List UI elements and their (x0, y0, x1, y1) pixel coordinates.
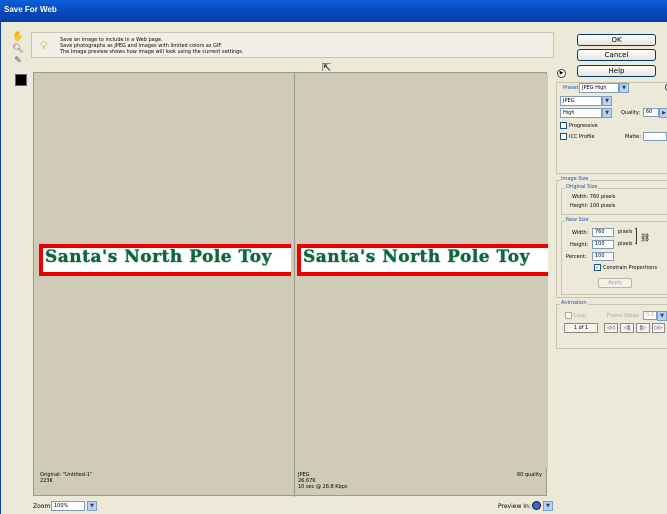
image-size-label: Image Size (560, 176, 590, 182)
new-size-label: New Size (565, 217, 590, 223)
original-size-group: Original Size Width: 760 pixels Height: … (561, 184, 667, 215)
status-bar: Zoom: 100% ▼ Preview In: ▼ (1, 498, 667, 514)
info-text: Save an image to include in a Web page. … (60, 37, 244, 55)
eyedropper-tool-icon[interactable]: ✎ (11, 56, 25, 67)
toolbox: ✋ 🔍︎ ✎ (11, 32, 27, 68)
browser-globe-icon[interactable] (532, 501, 541, 510)
chevron-down-icon[interactable]: ▼ (619, 83, 629, 93)
chain-link-icon[interactable]: ⛓︎ (640, 233, 650, 242)
chevron-down-icon[interactable]: ▼ (602, 108, 612, 118)
optimized-quality: 60 quality (516, 472, 542, 478)
chevron-down-icon[interactable]: ▼ (543, 501, 553, 511)
banner-text: Santa's North Pole Toy (45, 247, 272, 267)
eyedropper-color-swatch[interactable] (15, 74, 27, 86)
quality-field[interactable]: 60 (643, 108, 659, 117)
matte-label: Matte: (625, 134, 642, 140)
help-button[interactable]: Help (577, 65, 656, 77)
next-frame-button[interactable]: ‖▷ (636, 323, 650, 333)
icc-profile-label: ICC Profile (569, 134, 595, 140)
zoom-select[interactable]: 100% (51, 501, 85, 511)
title-bar: Save For Web (0, 0, 667, 22)
chevron-down-icon[interactable]: ▼ (87, 501, 97, 511)
optimized-info: JPEG 26.67K 10 sec @ 28.8 Kbps 60 qualit… (298, 472, 546, 496)
info-line: The Image preview shows how image will l… (60, 49, 244, 55)
play-arrow-icon[interactable]: ▶ (557, 69, 566, 78)
percent-label: Percent: (566, 254, 587, 260)
original-info: Original: "Untitled-1" 223K (40, 472, 292, 496)
original-image-banner: Santa's North Pole Toy (39, 244, 291, 276)
animation-label: Animation (560, 300, 588, 306)
chevron-down-icon[interactable]: ▼ (602, 96, 612, 106)
frame-delay-field[interactable]: 0.2 (643, 311, 657, 320)
zoom-tool-icon[interactable]: 🔍︎ (11, 44, 25, 55)
optimize-settings-group: Preset: JPEG High ▼ ▶ JPEG ▼ High ▼ Qual… (556, 82, 667, 174)
window-title: Save For Web (4, 5, 57, 14)
width-label: Width: (572, 230, 589, 236)
frame-delay-label: Frame Delay: (607, 313, 640, 319)
optimized-preview-pane[interactable]: Santa's North Pole Toy (295, 75, 548, 469)
zoom-label: Zoom: (33, 503, 53, 510)
original-preview-pane[interactable]: Santa's North Pole Toy (37, 75, 291, 469)
previous-frame-button[interactable]: ◁‖ (620, 323, 634, 333)
frame-counter: 1 of 1 (564, 323, 598, 333)
preview-in-label: Preview In: (498, 503, 531, 510)
loop-checkbox[interactable] (565, 312, 572, 319)
last-frame-button[interactable]: ▷▷ (652, 323, 665, 333)
original-size: 223K (40, 478, 53, 484)
settings-panel: Preset: JPEG High ▼ ▶ JPEG ▼ High ▼ Qual… (554, 82, 667, 514)
percent-field[interactable]: 100 (592, 252, 614, 261)
width-field[interactable]: 760 (592, 228, 614, 237)
format-select[interactable]: JPEG (560, 96, 602, 106)
preset-select[interactable]: JPEG High (579, 83, 619, 93)
link-bracket-icon: ⌋ (634, 236, 638, 246)
width-unit: pixels (618, 229, 633, 235)
progressive-checkbox[interactable] (560, 122, 567, 129)
constrain-proportions-checkbox[interactable]: ✓ (594, 264, 601, 271)
height-field[interactable]: 100 (592, 240, 614, 249)
progressive-label: Progressive (569, 123, 598, 129)
optimized-image-banner: Santa's North Pole Toy (297, 244, 548, 276)
chevron-down-icon[interactable]: ▼ (657, 311, 667, 321)
apply-button[interactable]: Apply (598, 278, 632, 288)
height-label: Height: (570, 242, 589, 248)
info-panel: 💡︎ Save an image to include in a Web pag… (31, 32, 554, 58)
original-size-label: Original Size (565, 184, 599, 190)
cancel-button[interactable]: Cancel (577, 49, 656, 61)
preview-area: Santa's North Pole Toy Santa's North Pol… (33, 72, 548, 497)
ok-button[interactable]: OK (577, 34, 656, 46)
icc-profile-checkbox[interactable] (560, 133, 567, 140)
dialog-client: ✋ 🔍︎ ✎ 💡︎ Save an image to include in a … (0, 22, 667, 514)
loop-label: Loop (574, 313, 586, 319)
quality-label: Quality: (621, 110, 641, 116)
download-time: 10 sec @ 28.8 Kbps (298, 484, 348, 490)
lightbulb-icon: 💡︎ (40, 39, 48, 52)
original-height: Height: 100 pixels (570, 203, 616, 209)
height-unit: pixels (618, 241, 633, 247)
quality-arrow-icon[interactable]: ▶ (659, 108, 667, 118)
original-width: Width: 760 pixels (572, 194, 616, 200)
preset-label: Preset: (563, 85, 581, 91)
first-frame-button[interactable]: ◁◁ (604, 323, 618, 333)
banner-text: Santa's North Pole Toy (303, 247, 530, 267)
hand-tool-icon[interactable]: ✋ (11, 32, 25, 43)
compression-select[interactable]: High (560, 108, 602, 118)
matte-field[interactable] (643, 132, 667, 141)
constrain-proportions-label: Constrain Proportions (603, 265, 657, 271)
